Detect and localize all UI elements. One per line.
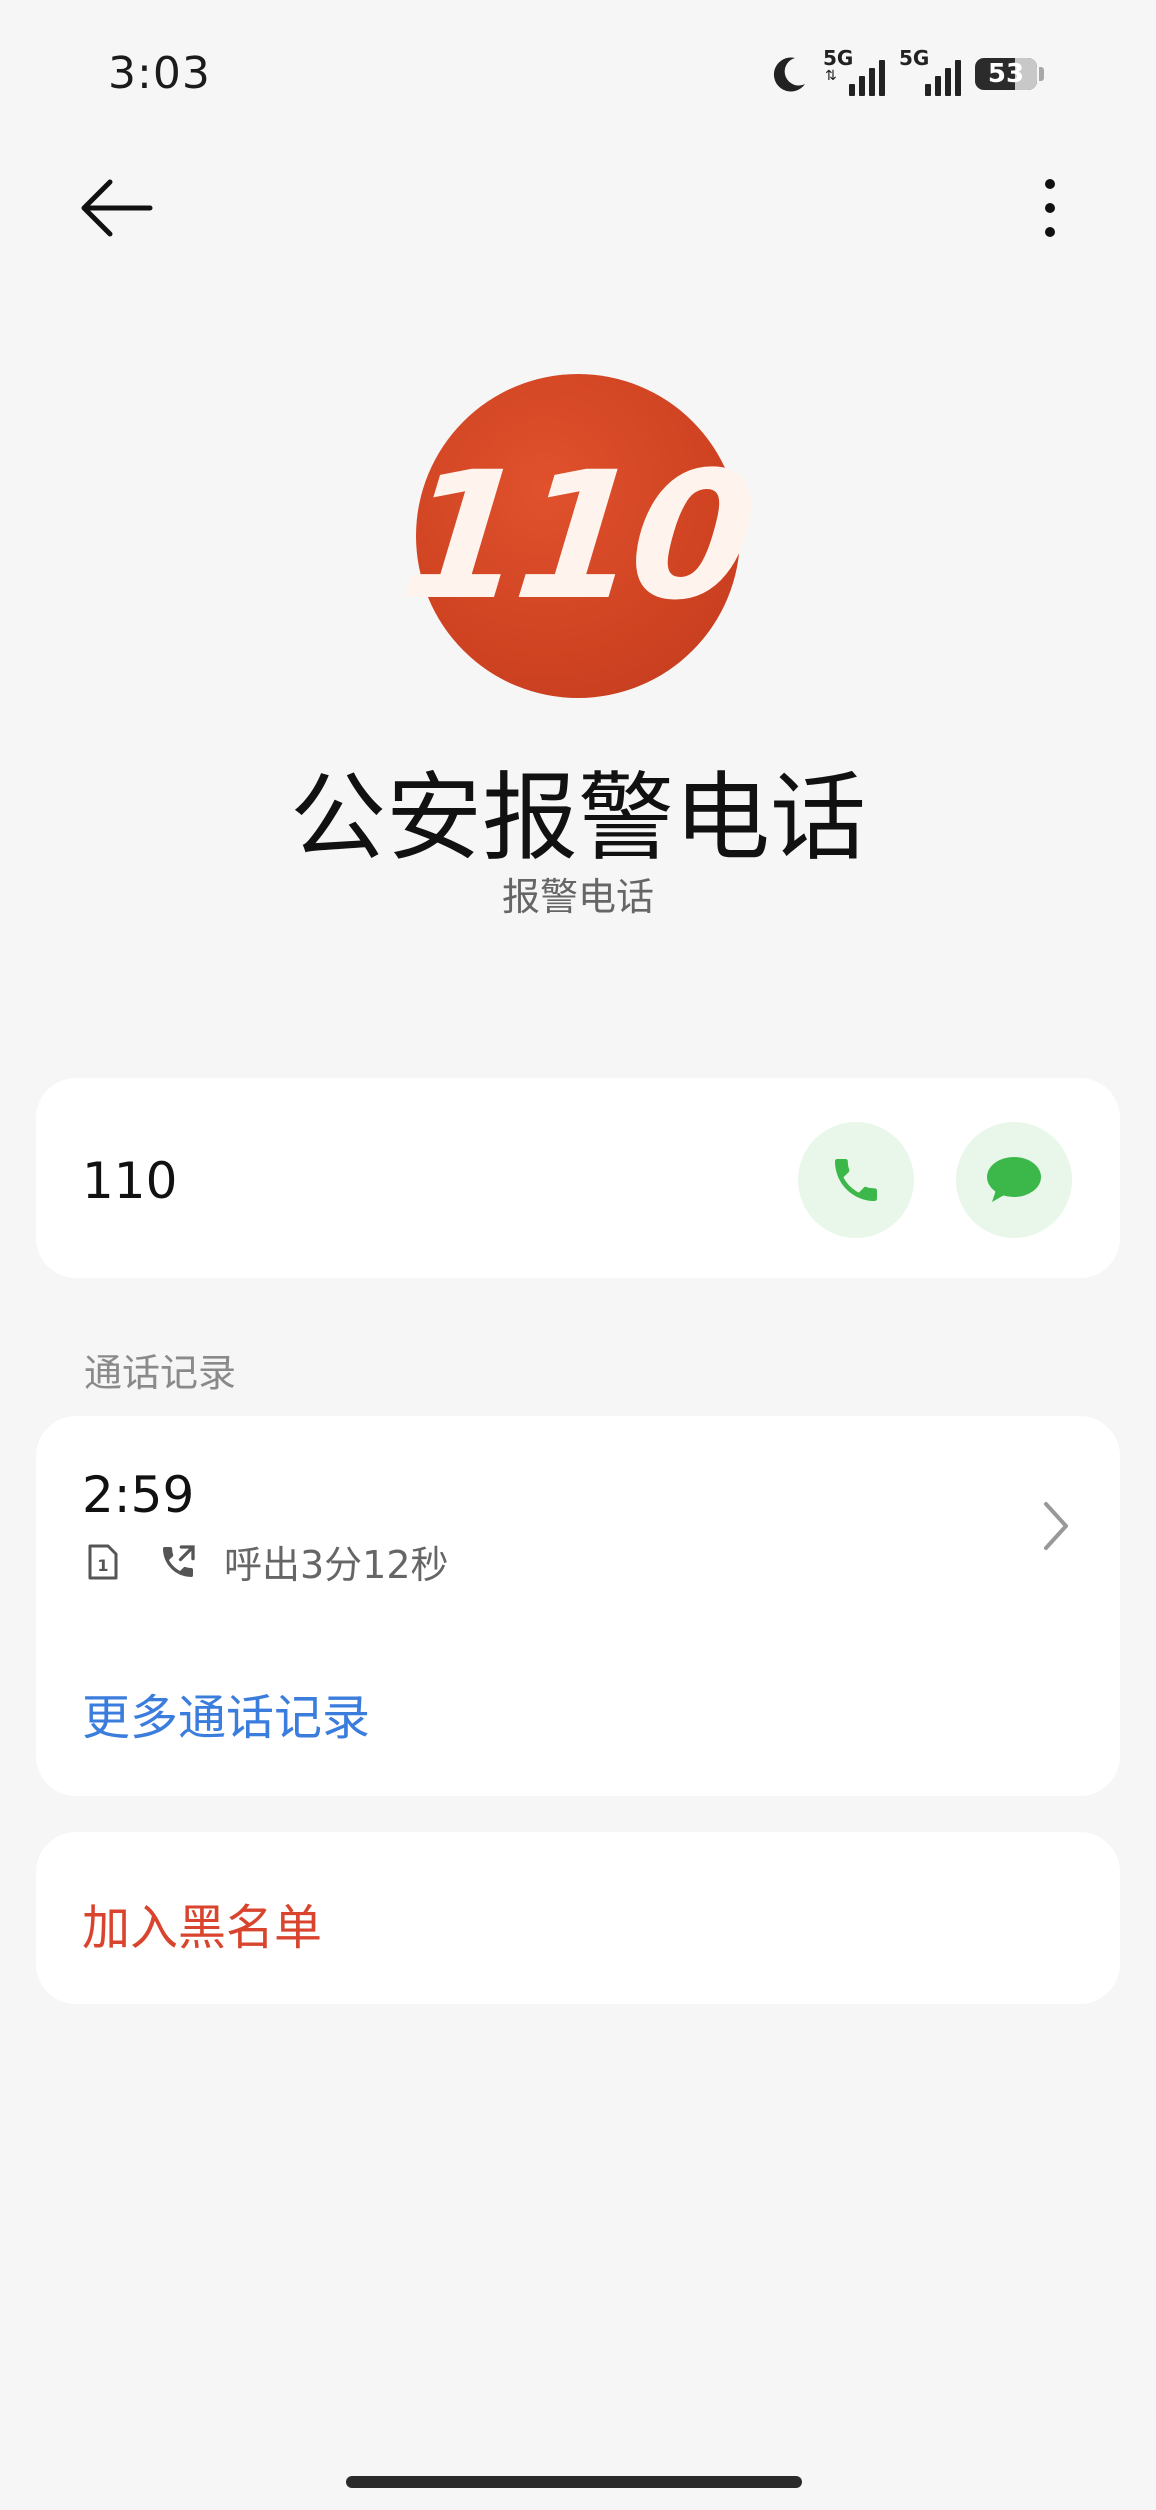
chevron-right-icon <box>1044 1502 1068 1550</box>
battery-icon: 53 <box>975 58 1037 90</box>
call-history-label: 通话记录 <box>84 1351 237 1395</box>
call-history-card: 2:59 1 呼出3分12秒 更多通话记录 <box>36 1416 1120 1796</box>
contact-subtitle: 报警电话 <box>501 875 654 919</box>
home-indicator[interactable] <box>346 2476 802 2488</box>
block-card[interactable]: 加入黑名单 <box>36 1832 1120 2004</box>
network-type-1: 5G <box>823 46 854 70</box>
moon-icon <box>773 57 805 92</box>
battery-level: 53 <box>987 59 1025 89</box>
call-log-time: 2:59 <box>82 1466 195 1524</box>
message-icon <box>987 1157 1041 1202</box>
data-arrows-icon: ⇅ <box>825 68 837 84</box>
signal-1: 5G ⇅ <box>823 46 885 96</box>
signal-bars-icon <box>849 60 885 96</box>
outgoing-call-icon <box>163 1544 195 1577</box>
message-button[interactable] <box>956 1122 1072 1238</box>
avatar-logo-text: 110 <box>392 433 758 639</box>
svg-text:1: 1 <box>97 1556 108 1575</box>
call-log-meta: 1 呼出3分12秒 <box>86 1534 449 1589</box>
contact-detail-screen: 3:03 5G ⇅ 5G 53 110 公安报警电话 报警电话 110 通话记录… <box>0 0 1156 2510</box>
contact-name: 公安报警电话 <box>290 762 866 874</box>
more-options-button[interactable] <box>1020 170 1080 250</box>
more-vertical-icon <box>1045 179 1055 237</box>
signal-2: 5G <box>899 46 961 96</box>
sim-card-icon: 1 <box>88 1544 118 1579</box>
phone-icon <box>835 1159 877 1201</box>
status-time: 3:03 <box>108 48 211 99</box>
phone-number-card: 110 <box>36 1078 1120 1278</box>
arrow-left-icon <box>81 179 153 237</box>
more-call-history-link[interactable]: 更多通话记录 <box>82 1678 370 1748</box>
phone-number[interactable]: 110 <box>82 1152 177 1210</box>
signal-bars-icon <box>925 60 961 96</box>
network-type-2: 5G <box>899 46 930 70</box>
battery-tip <box>1039 67 1044 81</box>
back-button[interactable] <box>78 170 158 250</box>
add-to-blacklist-button[interactable]: 加入黑名单 <box>82 1888 322 1958</box>
contact-avatar: 110 <box>393 374 757 698</box>
call-log-description: 呼出3分12秒 <box>224 1543 449 1587</box>
status-icons: 5G ⇅ 5G 53 <box>769 46 1044 100</box>
call-button[interactable] <box>798 1122 914 1238</box>
